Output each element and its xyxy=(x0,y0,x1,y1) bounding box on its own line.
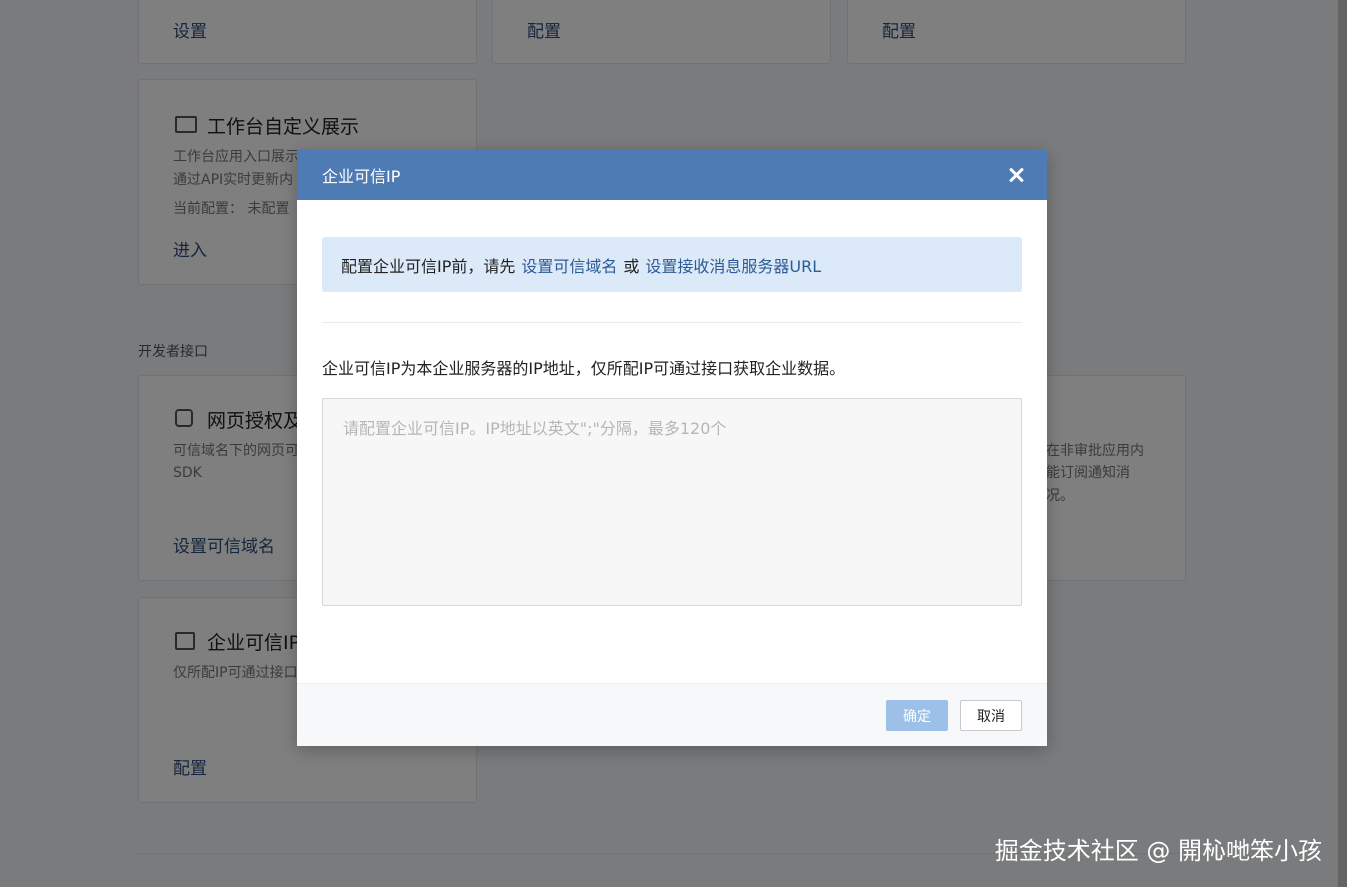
dialog-header: 企业可信IP xyxy=(297,150,1047,200)
trusted-ip-input[interactable] xyxy=(322,398,1022,606)
dialog-footer: 确定 取消 xyxy=(297,683,1047,746)
notice-text: 配置企业可信IP前，请先 xyxy=(341,256,516,276)
set-message-server-url-link[interactable]: 设置接收消息服务器URL xyxy=(645,253,821,277)
confirm-button[interactable]: 确定 xyxy=(886,700,948,731)
dialog-divider xyxy=(322,322,1022,323)
set-trusted-domain-link[interactable]: 设置可信域名 xyxy=(521,253,617,277)
dialog-description: 企业可信IP为本企业服务器的IP地址，仅所配IP可通过接口获取企业数据。 xyxy=(322,359,846,378)
prerequisite-notice: 配置企业可信IP前，请先 设置可信域名 或 设置接收消息服务器URL xyxy=(322,237,1022,292)
dialog-title: 企业可信IP xyxy=(322,167,401,186)
close-icon[interactable] xyxy=(1007,166,1025,184)
notice-or: 或 xyxy=(623,256,640,276)
watermark: 掘金技术社区 @ 開杺哋笨小孩 xyxy=(994,837,1322,865)
cancel-button[interactable]: 取消 xyxy=(960,700,1022,731)
trusted-ip-dialog: 企业可信IP 配置企业可信IP前，请先 设置可信域名 或 设置接收消息服务器UR… xyxy=(297,150,1047,746)
